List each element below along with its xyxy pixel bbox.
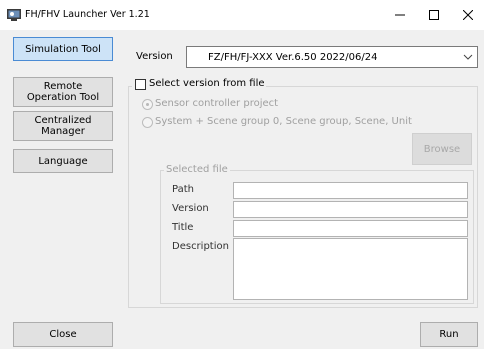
description-field[interactable]	[233, 238, 468, 300]
sidebar-item-language[interactable]: Language	[13, 149, 113, 173]
browse-button-label: Browse	[423, 143, 461, 155]
sidebar-item-label: Centralized Manager	[34, 115, 92, 137]
browse-button[interactable]: Browse	[412, 133, 472, 165]
minimize-icon	[395, 14, 405, 16]
sidebar-item-label: Remote Operation Tool	[26, 81, 100, 103]
launcher-app-icon	[7, 8, 21, 22]
title-field[interactable]	[233, 220, 468, 237]
path-label: Path	[172, 184, 194, 195]
maximize-icon	[429, 10, 439, 20]
title-bar: FH/FHV Launcher Ver 1.21	[0, 0, 484, 30]
sidebar-item-label: Simulation Tool	[25, 43, 101, 55]
run-button[interactable]: Run	[420, 322, 478, 347]
title-label: Title	[172, 222, 194, 233]
sidebar-item-remote-operation-tool[interactable]: Remote Operation Tool	[13, 77, 113, 107]
close-icon	[463, 10, 473, 20]
radio-sensor-controller-label: Sensor controller project	[155, 98, 279, 109]
version-select-value: FZ/FH/FJ-XXX Ver.6.50 2022/06/24	[208, 51, 378, 63]
window-title: FH/FHV Launcher Ver 1.21	[25, 9, 150, 20]
run-button-label: Run	[439, 329, 459, 340]
radio-selected-dot	[146, 103, 149, 106]
select-from-file-checkbox[interactable]	[135, 79, 146, 90]
sidebar-item-label: Language	[38, 155, 88, 167]
radio-system-scene-label: System + Scene group 0, Scene group, Sce…	[155, 116, 412, 127]
close-window-button[interactable]	[448, 0, 484, 30]
selected-file-legend: Selected file	[164, 164, 230, 175]
sidebar-item-centralized-manager[interactable]: Centralized Manager	[13, 111, 113, 141]
version-select[interactable]: FZ/FH/FJ-XXX Ver.6.50 2022/06/24	[186, 46, 478, 68]
sidebar: Simulation Tool Remote Operation Tool Ce…	[0, 30, 120, 349]
close-button[interactable]: Close	[13, 322, 113, 347]
description-label: Description	[172, 241, 229, 252]
version-info-label: Version	[172, 203, 209, 214]
select-from-file-label: Select version from file	[149, 78, 265, 89]
radio-sensor-controller[interactable]	[142, 99, 153, 110]
path-field[interactable]	[233, 182, 468, 199]
version-label: Version	[136, 51, 173, 62]
version-field[interactable]	[233, 201, 468, 218]
chevron-down-icon	[463, 54, 473, 60]
radio-system-scene[interactable]	[142, 117, 153, 128]
close-button-label: Close	[49, 329, 77, 340]
sidebar-item-simulation-tool[interactable]: Simulation Tool	[13, 37, 113, 61]
